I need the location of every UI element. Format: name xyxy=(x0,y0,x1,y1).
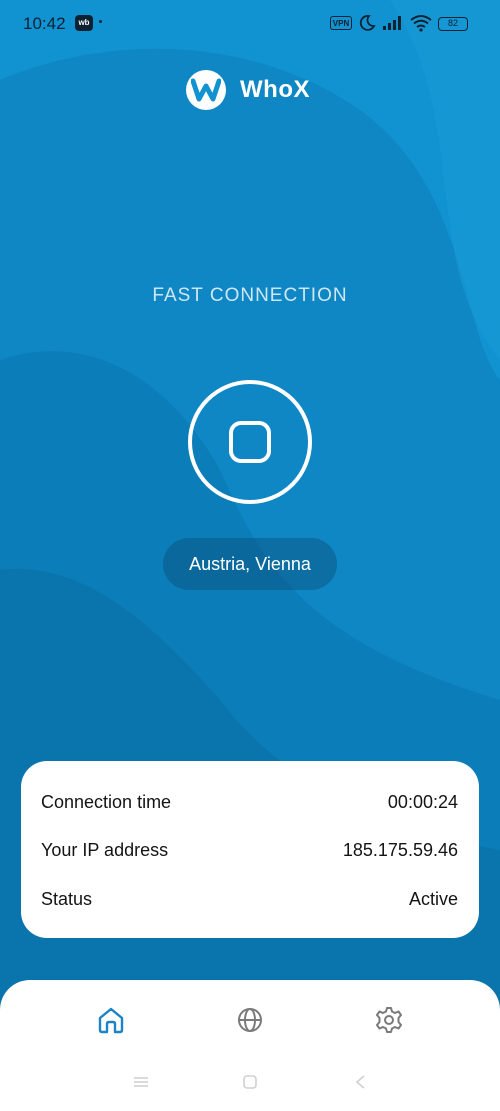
connection-info-card: Connection time 00:00:24 Your IP address… xyxy=(21,761,479,938)
info-label: Connection time xyxy=(41,792,172,812)
notification-dot-icon xyxy=(99,20,102,23)
info-value: 00:00:24 xyxy=(387,792,458,812)
signal-icon xyxy=(383,16,401,30)
nav-settings-button[interactable] xyxy=(374,1005,404,1035)
info-label: Your IP address xyxy=(41,840,169,860)
back-icon[interactable] xyxy=(354,1075,366,1089)
moon-icon xyxy=(359,15,376,31)
whox-logo-icon xyxy=(186,70,226,110)
settings-icon xyxy=(376,1007,402,1033)
nav-home-button[interactable] xyxy=(96,1005,126,1035)
info-row-ip-address: Your IP address 185.175.59.46 xyxy=(41,840,458,864)
bottom-navigation xyxy=(0,980,500,1111)
status-time: 10:42 xyxy=(23,14,66,33)
vpn-badge-icon: VPN xyxy=(330,16,352,30)
app-name: WhoX xyxy=(240,76,310,103)
home-icon xyxy=(98,1007,124,1034)
wifi-icon xyxy=(410,15,432,32)
menu-icon[interactable] xyxy=(133,1076,149,1088)
info-row-status: Status Active xyxy=(41,889,458,913)
info-row-connection-time: Connection time 00:00:24 xyxy=(41,792,458,816)
battery-icon: 82 xyxy=(438,17,468,31)
globe-icon xyxy=(238,1008,262,1032)
wb-app-badge-icon: wb xyxy=(75,15,93,31)
connection-mode-label: FAST CONNECTION xyxy=(152,285,348,306)
info-value: 185.175.59.46 xyxy=(342,840,458,860)
home-square-icon[interactable] xyxy=(243,1075,257,1089)
info-value: Active xyxy=(408,889,458,909)
location-selector[interactable]: Austria, Vienna xyxy=(163,538,337,590)
app-header: WhoX xyxy=(186,70,310,110)
stop-icon xyxy=(229,421,271,463)
disconnect-button[interactable] xyxy=(188,380,312,504)
nav-servers-button[interactable] xyxy=(235,1005,265,1035)
info-label: Status xyxy=(41,889,93,909)
status-bar: 10:42 wb VPN 82 xyxy=(0,0,500,48)
